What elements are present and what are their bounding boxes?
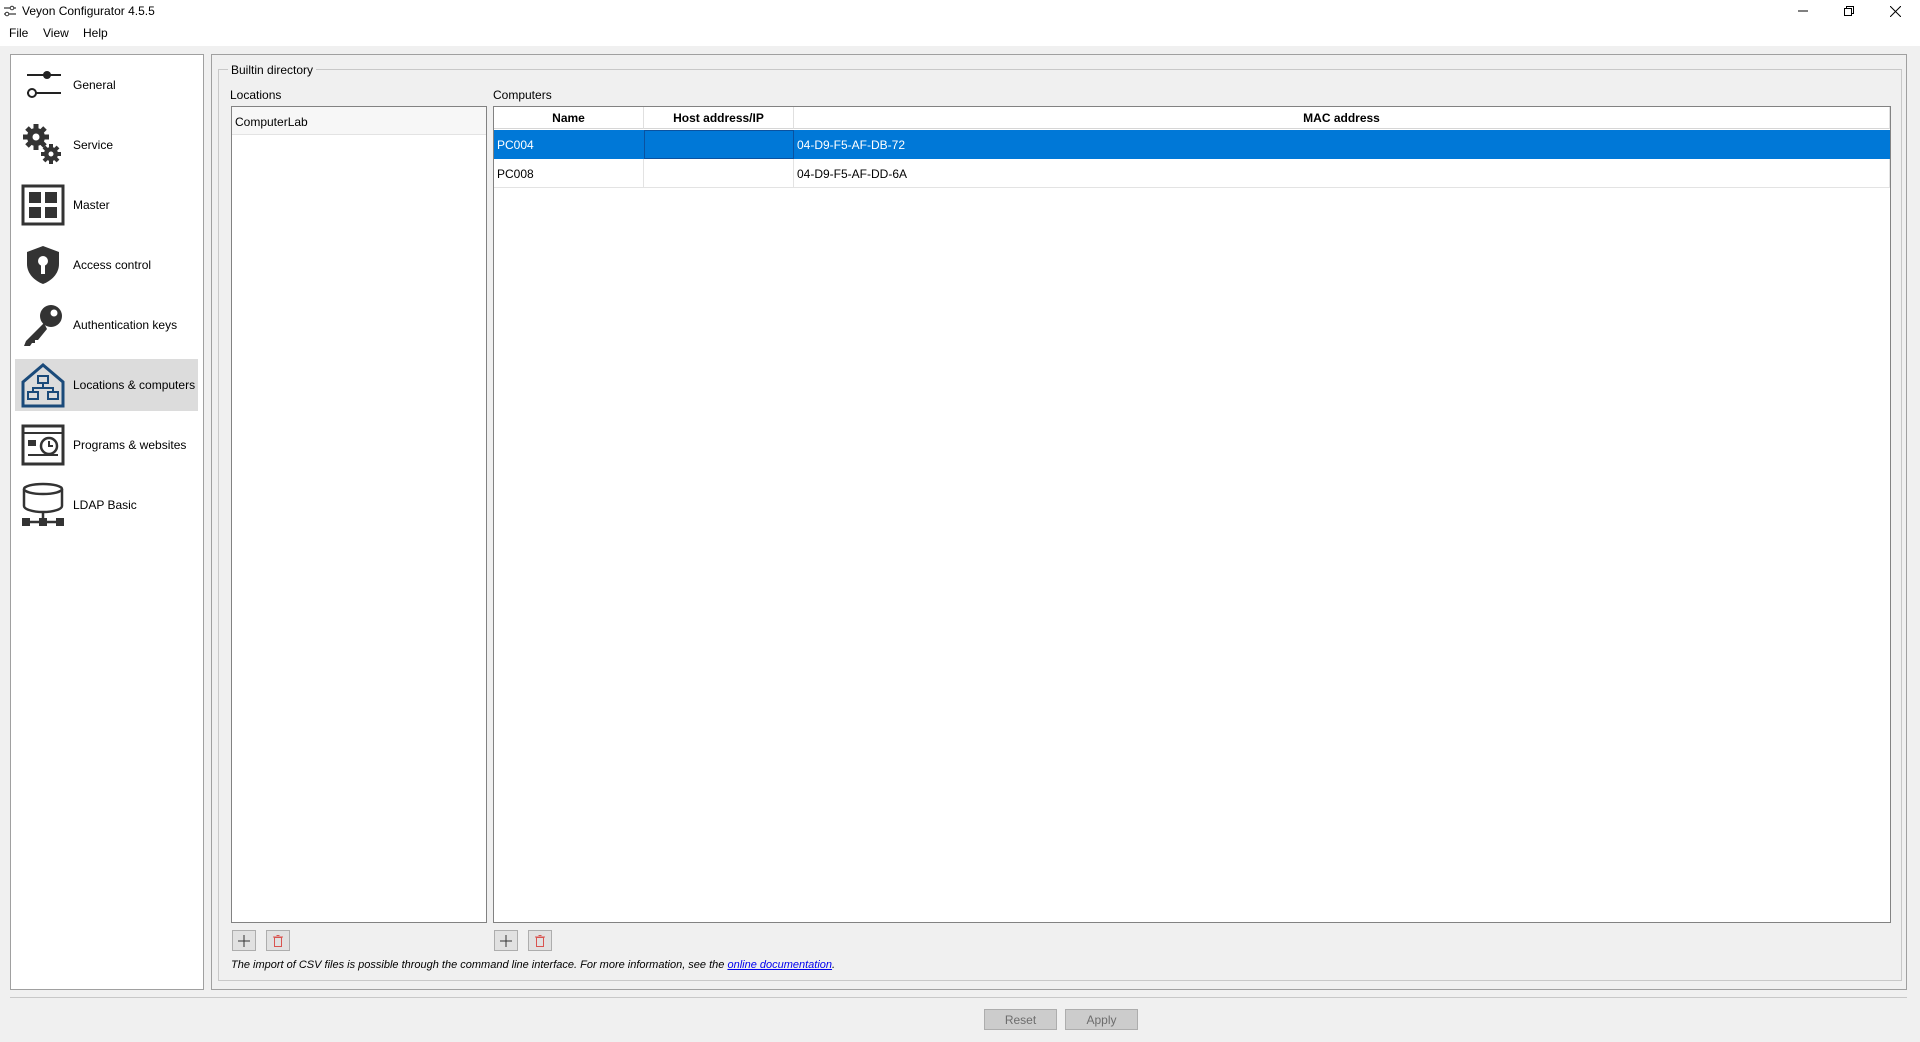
remove-location-button[interactable] xyxy=(266,930,290,951)
sidebar-item-label: Master xyxy=(73,198,110,212)
column-header-host[interactable]: Host address/IP xyxy=(644,107,794,129)
apply-button[interactable]: Apply xyxy=(1065,1009,1138,1030)
list-item[interactable]: ComputerLab xyxy=(232,107,486,135)
locations-label: Locations xyxy=(230,88,282,102)
sidebar-item-authentication-keys[interactable]: Authentication keys xyxy=(15,299,198,351)
sidebar-item-service[interactable]: Service xyxy=(15,119,198,171)
group-title: Builtin directory xyxy=(228,63,317,77)
plus-icon xyxy=(500,934,512,947)
close-button[interactable] xyxy=(1872,0,1918,22)
restore-button[interactable] xyxy=(1826,0,1872,22)
cell-host[interactable] xyxy=(644,159,794,188)
sidebar-item-label: Locations & computers xyxy=(73,378,196,392)
menu-view[interactable]: View xyxy=(43,26,69,40)
trash-icon xyxy=(535,934,545,947)
close-icon xyxy=(1889,5,1901,17)
sidebar-item-access-control[interactable]: Access control xyxy=(15,239,198,291)
window-clock-icon xyxy=(17,421,69,469)
column-header-name[interactable]: Name xyxy=(494,107,644,129)
remove-computer-button[interactable] xyxy=(528,930,552,951)
menu-bar: File View Help xyxy=(0,22,1920,46)
table-row[interactable]: PC008 04-D9-F5-AF-DD-6A xyxy=(494,159,1890,188)
key-icon xyxy=(17,301,69,349)
cell-mac[interactable]: 04-D9-F5-AF-DD-6A xyxy=(794,159,1890,188)
csv-note-text: The import of CSV files is possible thro… xyxy=(231,959,728,971)
window-title: Veyon Configurator 4.5.5 xyxy=(22,4,155,18)
sidebar-item-label: General xyxy=(73,78,116,92)
add-location-button[interactable] xyxy=(232,930,256,951)
title-bar: Veyon Configurator 4.5.5 xyxy=(0,0,1920,22)
sidebar-item-master[interactable]: Master xyxy=(15,179,198,231)
minimize-button[interactable] xyxy=(1780,0,1826,22)
minimize-icon xyxy=(1798,10,1808,12)
online-documentation-link[interactable]: online documentation xyxy=(727,959,832,971)
csv-note-end: . xyxy=(832,959,836,971)
sidebar-item-ldap-basic[interactable]: LDAP Basic xyxy=(15,479,198,531)
sidebar-item-label: LDAP Basic xyxy=(73,498,137,512)
shield-icon xyxy=(17,241,69,289)
sidebar-item-locations-computers[interactable]: Locations & computers xyxy=(15,359,198,411)
table-row[interactable]: PC004 04-D9-F5-AF-DB-72 xyxy=(494,130,1890,159)
app-icon xyxy=(3,5,17,20)
reset-button[interactable]: Reset xyxy=(984,1009,1057,1030)
cell-name[interactable]: PC004 xyxy=(494,130,644,159)
sidebar: General Service Master Access control Au… xyxy=(10,54,204,990)
sidebar-item-label: Access control xyxy=(73,258,152,272)
separator xyxy=(10,997,1907,998)
sidebar-item-label: Authentication keys xyxy=(73,318,178,332)
gears-icon xyxy=(17,121,69,169)
computers-table[interactable]: Name Host address/IP MAC address PC004 0… xyxy=(493,106,1891,923)
csv-import-note: The import of CSV files is possible thro… xyxy=(231,959,835,971)
menu-help[interactable]: Help xyxy=(83,26,108,40)
sliders-icon xyxy=(17,61,69,109)
house-network-icon xyxy=(17,361,69,409)
restore-icon xyxy=(1844,6,1854,16)
sidebar-item-programs-websites[interactable]: Programs & websites xyxy=(15,419,198,471)
column-header-mac[interactable]: MAC address xyxy=(794,107,1890,129)
sidebar-item-label: Programs & websites xyxy=(73,438,187,452)
add-computer-button[interactable] xyxy=(494,930,518,951)
locations-list[interactable]: ComputerLab xyxy=(231,106,487,923)
cell-mac[interactable]: 04-D9-F5-AF-DB-72 xyxy=(794,130,1890,159)
cell-name[interactable]: PC008 xyxy=(494,159,644,188)
menu-file[interactable]: File xyxy=(9,26,28,40)
cell-host[interactable] xyxy=(644,130,794,159)
trash-icon xyxy=(273,934,283,947)
sidebar-item-label: Service xyxy=(73,138,114,152)
database-network-icon xyxy=(17,481,69,529)
grid-icon xyxy=(17,181,69,229)
sidebar-item-general[interactable]: General xyxy=(15,59,198,111)
computers-label: Computers xyxy=(493,88,552,102)
plus-icon xyxy=(238,934,250,947)
